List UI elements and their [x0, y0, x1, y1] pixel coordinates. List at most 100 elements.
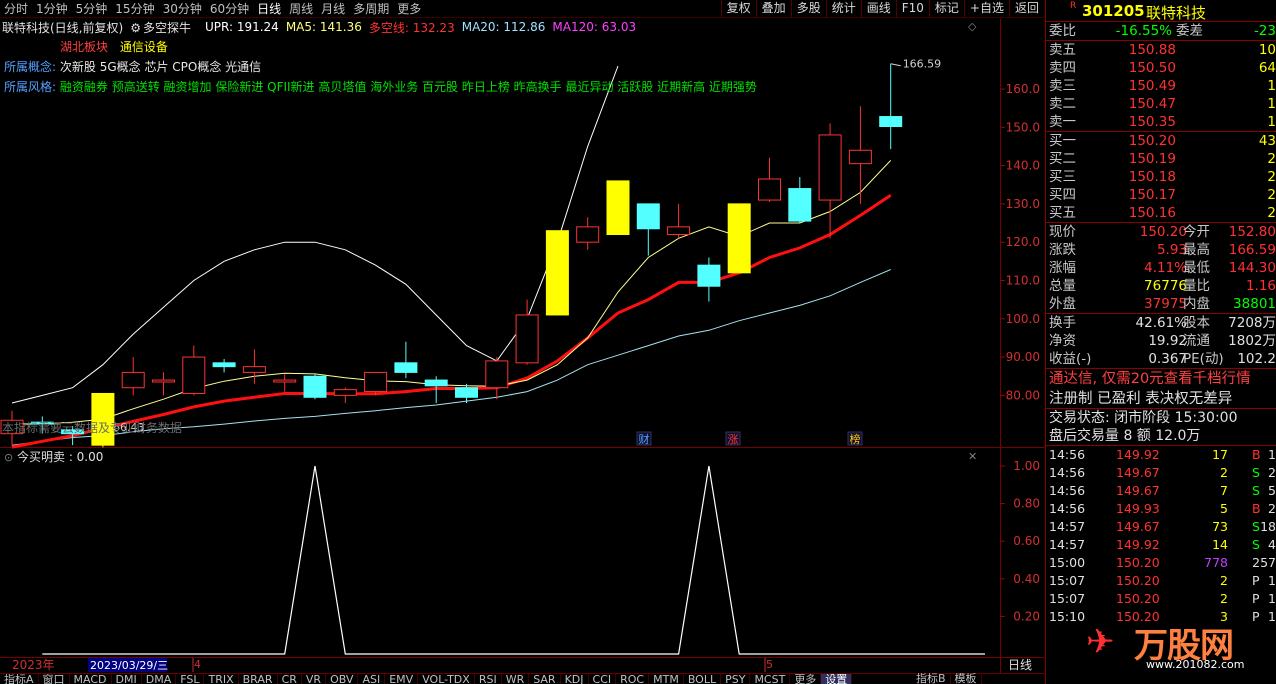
- indicator-tab-9[interactable]: VR: [302, 674, 327, 684]
- indicator-tab-23[interactable]: MCST: [750, 674, 791, 684]
- indicator-tab-13[interactable]: VOL-TDX: [418, 674, 475, 684]
- indicator-tab-19[interactable]: ROC: [616, 674, 650, 684]
- indicator-tab-14[interactable]: RSI: [475, 674, 502, 684]
- tick-row: 14:56 149.67 7 S 5: [1046, 482, 1276, 500]
- indicator-tab-10[interactable]: OBV: [326, 674, 359, 684]
- tick-price: 150.20: [1116, 555, 1160, 570]
- indicator-tab-12[interactable]: EMV: [385, 674, 419, 684]
- stat-row: 外盘 37975 内盘 38801: [1046, 295, 1276, 313]
- kline-chart[interactable]: 160.0 150.0 140.0 130.0 120.0 110.0 100.0 90.00…: [0, 0, 1044, 673]
- indicator-tab-11[interactable]: ASI: [358, 674, 386, 684]
- indicator-tab-3[interactable]: DMI: [112, 674, 142, 684]
- period-tab-2[interactable]: 5分钟: [72, 0, 112, 18]
- indicator-tab-2[interactable]: MACD: [70, 674, 112, 684]
- period-tab-4[interactable]: 30分钟: [159, 0, 206, 18]
- indicator-tab-6[interactable]: TRIX: [204, 674, 239, 684]
- indicator-tab-0[interactable]: 指标A: [0, 674, 39, 684]
- stat-value-2: 7208万: [1228, 315, 1276, 331]
- period-tab-6[interactable]: 日线: [253, 0, 285, 18]
- toolbar-button-8[interactable]: 返回: [1008, 0, 1044, 18]
- period-tab-3[interactable]: 15分钟: [111, 0, 158, 18]
- toolbar-button-7[interactable]: +自选: [963, 0, 1009, 18]
- indicator-tab-16[interactable]: SAR: [529, 674, 561, 684]
- diamond-icon[interactable]: ◇: [968, 20, 977, 33]
- toolbar-button-3[interactable]: 统计: [825, 0, 861, 18]
- tick-row: 14:56 149.93 5 B 2: [1046, 500, 1276, 518]
- period-tab-0[interactable]: 分时: [0, 0, 32, 18]
- stock-code: 301205: [1082, 2, 1145, 20]
- indicator-tab-20[interactable]: MTM: [649, 674, 684, 684]
- indicator-tab-1[interactable]: 窗口: [39, 674, 70, 684]
- region-label[interactable]: 湖北板块: [60, 40, 108, 54]
- indicator-tab-18[interactable]: CCI: [589, 674, 617, 684]
- indicator-tab-25[interactable]: 设置: [821, 674, 853, 684]
- stat-value-2: 166.59: [1228, 242, 1276, 258]
- toolbar-button-6[interactable]: 标记: [928, 0, 964, 18]
- industry-label[interactable]: 通信设备: [120, 40, 168, 54]
- sell-price[interactable]: 150.50: [1129, 59, 1176, 77]
- sell-price[interactable]: 150.47: [1129, 95, 1176, 113]
- stat-value-2: 144.30: [1228, 260, 1276, 276]
- close-icon[interactable]: ✕: [968, 450, 977, 463]
- buy-level: 买一 150.20 43: [1046, 132, 1276, 150]
- buy-price[interactable]: 150.16: [1129, 204, 1176, 222]
- buy-volume: 2: [1267, 151, 1276, 167]
- ma120-value: MA120: 63.03: [552, 20, 637, 34]
- period-tab-9[interactable]: 多周期: [349, 0, 393, 18]
- tick-count: 1: [1268, 591, 1276, 606]
- event-marker-0[interactable]: 财: [639, 432, 650, 446]
- sell-price[interactable]: 150.49: [1129, 77, 1176, 95]
- buy-volume: 2: [1267, 169, 1276, 185]
- buy-price[interactable]: 150.20: [1129, 132, 1176, 150]
- month-5-label: 5: [766, 658, 773, 671]
- buy-price[interactable]: 150.18: [1129, 168, 1176, 186]
- tick-time: 14:56: [1049, 501, 1086, 516]
- indicator-tab-17[interactable]: KDJ: [561, 674, 589, 684]
- weibi-row: 委比 -16.55% 委差 -23: [1046, 22, 1276, 40]
- indicator-tab-7[interactable]: BRAR: [239, 674, 278, 684]
- period-tab-1[interactable]: 1分钟: [32, 0, 72, 18]
- event-marker-1[interactable]: 涨: [728, 433, 739, 446]
- candle: [182, 345, 206, 396]
- toolbar-button-1[interactable]: 叠加: [755, 0, 791, 18]
- chart-title: 联特科技(日线,前复权): [2, 20, 124, 35]
- indicator-tab-21[interactable]: BOLL: [684, 674, 722, 684]
- sell-price[interactable]: 150.35: [1129, 113, 1176, 131]
- indicator-tab-8[interactable]: CR: [278, 674, 302, 684]
- period-tab-5[interactable]: 60分钟: [206, 0, 253, 18]
- sell-label: 卖二: [1049, 96, 1076, 112]
- promo-link[interactable]: 通达信, 仅需20元查看千档行情: [1049, 369, 1251, 390]
- settings-icon: ⚙: [130, 20, 141, 35]
- buy-price[interactable]: 150.17: [1129, 186, 1176, 204]
- candle: [697, 257, 721, 302]
- indicator-name[interactable]: ⚙ 多空探牛: [130, 19, 198, 36]
- buy-price[interactable]: 150.19: [1129, 150, 1176, 168]
- tick-count: 1: [1268, 573, 1276, 588]
- indicator-tab-5[interactable]: FSL: [176, 674, 205, 684]
- weicha-label: 委差: [1176, 23, 1203, 39]
- period-tab-7[interactable]: 周线: [285, 0, 317, 18]
- sell-label: 卖三: [1049, 78, 1076, 94]
- event-marker-2[interactable]: 榜: [850, 432, 861, 446]
- indicator-tab-15[interactable]: WR: [502, 674, 530, 684]
- sub-settings-icon[interactable]: ⊙: [4, 451, 13, 464]
- sell-volume: 1: [1267, 114, 1276, 130]
- period-tab-10[interactable]: 更多: [393, 0, 425, 18]
- toolbar-button-2[interactable]: 多股: [790, 0, 826, 18]
- candle: [667, 203, 691, 239]
- period-button[interactable]: 日线: [1008, 658, 1032, 672]
- period-tab-8[interactable]: 月线: [317, 0, 349, 18]
- toolbar-button-5[interactable]: F10: [895, 0, 929, 18]
- tick-volume: 7: [1220, 483, 1228, 498]
- template-tab-1[interactable]: 模板: [951, 673, 982, 684]
- tick-volume: 2: [1220, 591, 1228, 606]
- sell-price[interactable]: 150.88: [1129, 41, 1176, 59]
- stats-block: 现价 150.20 今开 152.80 涨跌 5.93 最高 166.59 涨幅 4.11% 最低 1…: [1046, 222, 1276, 368]
- tick-volume: 17: [1212, 447, 1228, 462]
- toolbar-button-4[interactable]: 画线: [860, 0, 896, 18]
- toolbar-button-0[interactable]: 复权: [720, 0, 756, 18]
- indicator-tab-22[interactable]: PSY: [721, 674, 751, 684]
- indicator-tab-4[interactable]: DMA: [142, 674, 177, 684]
- template-tab-0[interactable]: 指标B: [912, 673, 951, 684]
- indicator-tab-24[interactable]: 更多: [790, 674, 822, 684]
